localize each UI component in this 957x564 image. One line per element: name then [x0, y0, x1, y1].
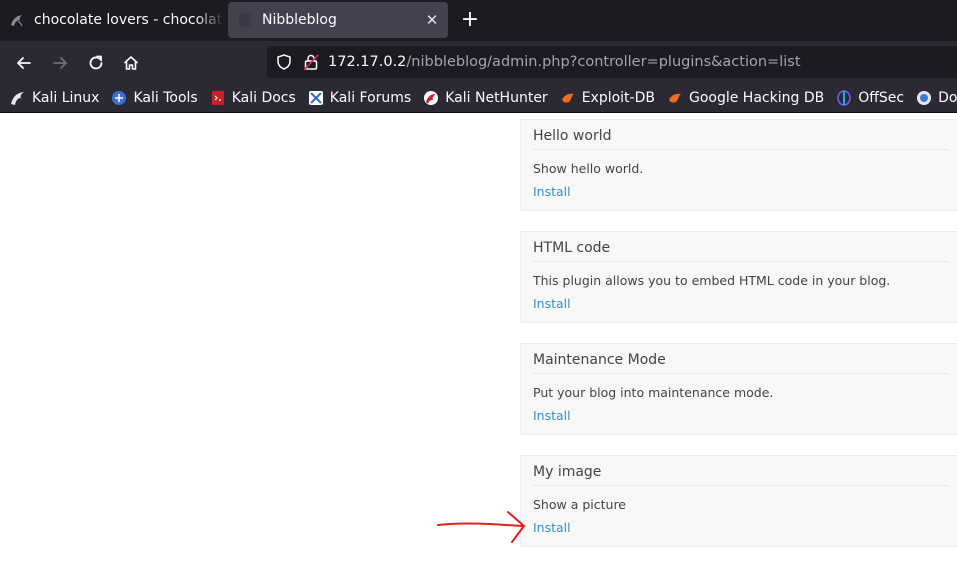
bookmark-label: Kali Linux: [32, 90, 100, 106]
ghdb-icon: [668, 93, 681, 103]
home-button[interactable]: [116, 48, 146, 78]
bookmark-kali-forums[interactable]: Kali Forums: [308, 90, 411, 106]
plugin-name: Maintenance Mode: [533, 352, 949, 374]
tab-strip: chocolate lovers - chocolate lovers Nibb…: [0, 0, 957, 41]
back-arrow-icon: [17, 57, 31, 69]
bookmark-dockerlabs[interactable]: Dockerlabs: [916, 90, 957, 106]
url-path: /nibbleblog/admin.php?controller=plugins…: [406, 54, 801, 70]
kali-dragon-icon: [11, 92, 24, 105]
kali-docs-icon: [211, 91, 224, 105]
back-button[interactable]: [9, 48, 39, 78]
plugin-card-html-code: HTML code This plugin allows you to embe…: [520, 231, 957, 323]
blank-page-icon: [239, 13, 251, 27]
exploit-db-icon: [561, 93, 574, 103]
bookmark-kali-linux[interactable]: Kali Linux: [10, 90, 99, 106]
bookmark-kali-nethunter[interactable]: Kali NetHunter: [423, 90, 548, 106]
reload-icon: [89, 55, 103, 70]
bookmark-label: Kali Docs: [231, 90, 296, 106]
url-text[interactable]: 172.17.0.2/nibbleblog/admin.php?controll…: [328, 54, 801, 70]
tab-title: chocolate lovers - chocolate lovers: [34, 12, 224, 28]
kali-dragon-icon: [11, 15, 23, 27]
plugin-card-maintenance-mode: Maintenance Mode Put your blog into main…: [520, 343, 957, 435]
install-my-image-link[interactable]: Install: [533, 520, 571, 535]
address-bar[interactable]: 172.17.0.2/nibbleblog/admin.php?controll…: [267, 46, 957, 78]
nethunter-icon: [424, 91, 439, 105]
plugin-description: Show a picture: [533, 497, 626, 512]
plugin-card-hello-world: Hello world Show hello world. Install: [520, 119, 957, 211]
bookmark-offsec[interactable]: OffSec: [836, 90, 904, 106]
bookmark-label: Dockerlabs: [938, 90, 957, 106]
bookmark-label: Kali Tools: [133, 90, 198, 106]
red-annotation-arrow-icon: [437, 511, 525, 543]
bookmark-label: Kali NetHunter: [445, 90, 548, 106]
bookmark-google-hacking-db[interactable]: Google Hacking DB: [667, 90, 824, 106]
bookmark-label: Google Hacking DB: [688, 90, 825, 106]
bookmark-kali-docs[interactable]: Kali Docs: [210, 90, 296, 106]
dockerlabs-icon: [917, 91, 932, 105]
home-icon: [123, 56, 139, 70]
tab-nibbleblog[interactable]: Nibbleblog ✕: [228, 2, 448, 38]
new-tab-button[interactable]: +: [456, 7, 484, 35]
url-host: 172.17.0.2: [328, 54, 407, 70]
bookmark-label: OffSec: [858, 90, 905, 106]
plugin-description: Show hello world.: [533, 161, 644, 176]
kali-tools-icon: [112, 91, 127, 105]
page-content: Hello world Show hello world. Install HT…: [0, 114, 957, 564]
bookmark-kali-tools[interactable]: Kali Tools: [111, 90, 198, 106]
bookmark-exploit-db[interactable]: Exploit-DB: [560, 90, 655, 106]
forward-arrow-icon: [53, 57, 67, 69]
kali-forums-icon: [308, 91, 323, 105]
tab-chocolate-lovers[interactable]: chocolate lovers - chocolate lovers: [0, 2, 224, 38]
close-tab-icon[interactable]: ✕: [420, 11, 444, 29]
bookmarks-toolbar: Kali Linux Kali Tools Kali Docs Kali For…: [0, 84, 957, 113]
tab-title: Nibbleblog: [262, 12, 337, 28]
plugin-name: HTML code: [533, 240, 949, 262]
forward-button[interactable]: [45, 48, 75, 78]
plugin-name: Hello world: [533, 128, 949, 150]
plugin-description: This plugin allows you to embed HTML cod…: [533, 273, 891, 288]
tracking-protection-shield-icon[interactable]: [275, 53, 293, 71]
offsec-icon: [837, 90, 852, 106]
install-maintenance-mode-link[interactable]: Install: [533, 408, 571, 423]
insecure-lock-icon[interactable]: [303, 53, 319, 71]
bookmark-label: Kali Forums: [329, 90, 412, 106]
install-html-code-link[interactable]: Install: [533, 296, 571, 311]
plugin-card-my-image: My image Show a picture Install: [520, 455, 957, 547]
reload-button[interactable]: [81, 48, 111, 78]
install-hello-world-link[interactable]: Install: [533, 184, 571, 199]
bookmark-label: Exploit-DB: [581, 90, 655, 106]
navigation-toolbar: 172.17.0.2/nibbleblog/admin.php?controll…: [0, 41, 957, 84]
plugin-description: Put your blog into maintenance mode.: [533, 385, 774, 400]
plugin-name: My image: [533, 464, 949, 486]
